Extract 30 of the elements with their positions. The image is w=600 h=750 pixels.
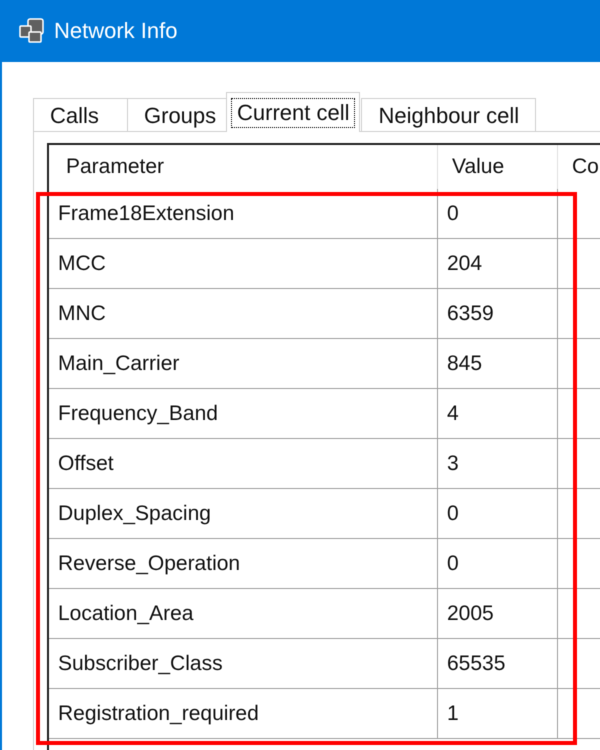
table-cell: 0 <box>438 489 558 538</box>
table-cell: Frame18Extension <box>49 189 438 238</box>
table-cell: 65535 <box>438 639 558 688</box>
tab[interactable]: Current cell <box>226 92 360 132</box>
column-header[interactable]: Value <box>438 145 558 189</box>
table-cell: 1 <box>438 689 558 738</box>
table-cell: Main_Carrier <box>49 339 438 388</box>
table-cell: 0 <box>438 189 558 238</box>
table-cell: Registration_required <box>49 689 438 738</box>
table-cell: MNC <box>49 289 438 338</box>
table-cell: 2005 <box>438 589 558 638</box>
table-cell: Subscriber_Class <box>49 639 438 688</box>
windows-icon <box>19 18 45 44</box>
tab[interactable]: Calls <box>33 98 128 132</box>
table-cell: 845 <box>438 339 558 388</box>
table-cell: 204 <box>438 239 558 288</box>
table-cell: Duplex_Spacing <box>49 489 438 538</box>
table-cell: 6359 <box>438 289 558 338</box>
table-cell: Reverse_Operation <box>49 539 438 588</box>
table-cell: Offset <box>49 439 438 488</box>
table-cell: Frequency_Band <box>49 389 438 438</box>
window-title: Network Info <box>54 18 178 44</box>
column-header[interactable]: Co <box>558 145 600 189</box>
column-header[interactable]: Parameter <box>49 145 438 189</box>
tab[interactable]: Neighbour cell <box>361 98 536 132</box>
table-cell: MCC <box>49 239 438 288</box>
table-cell: 4 <box>438 389 558 438</box>
table-cell: 0 <box>438 539 558 588</box>
table-cell: 3 <box>438 439 558 488</box>
table-cell: Location_Area <box>49 589 438 638</box>
